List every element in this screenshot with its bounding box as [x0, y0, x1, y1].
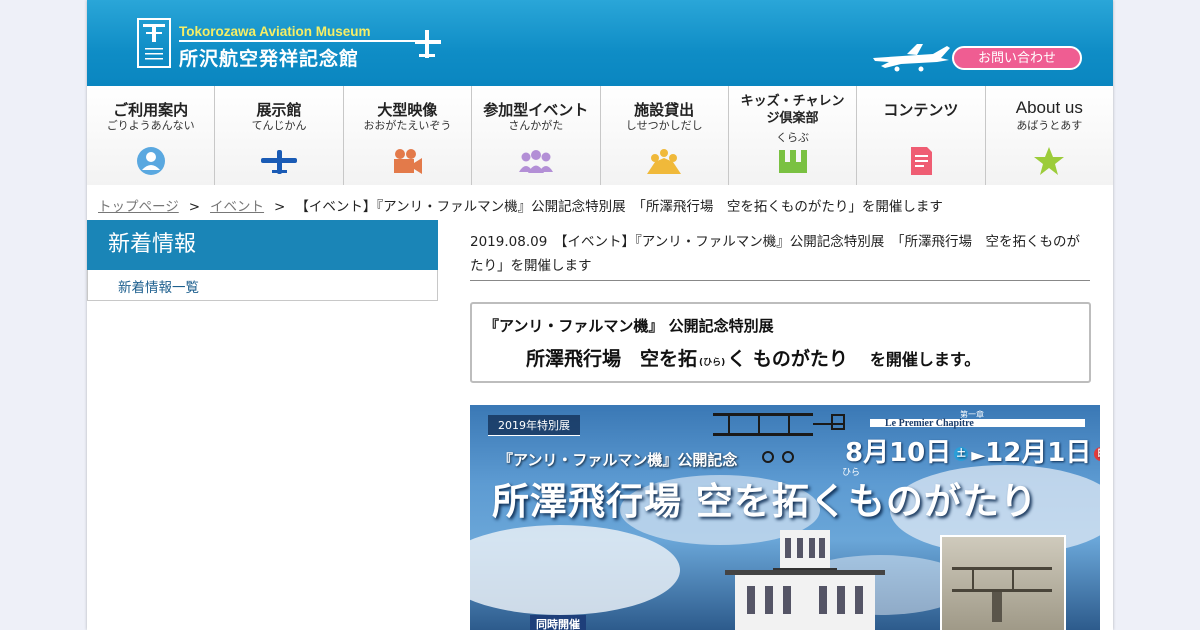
nav-item-about-us[interactable]: About us あばうとあす — [985, 86, 1113, 185]
announcement-box: 『アンリ・ファルマン機』 公開記念特別展 所澤飛行場 空を拓 (ひら) く ものがた… — [470, 302, 1091, 383]
document-icon — [910, 147, 932, 175]
nav-subtitle: しせつかしだし — [625, 119, 703, 132]
poster-date-start: 8月10日 — [845, 438, 952, 468]
announcement-tail: を開催します。 — [869, 350, 981, 369]
nav-subtitle: おおがたえいぞう — [363, 119, 452, 132]
poster-year-label: 2019年特別展 — [488, 415, 580, 436]
nav-title: キッズ・チャレンジ倶楽部 — [740, 94, 845, 126]
breadcrumb-separator: > — [274, 199, 286, 215]
poster-start-day: 土 — [954, 446, 969, 461]
nav-item-facility-rental[interactable]: 施設貸出 しせつかしだし — [600, 86, 729, 185]
breadcrumb: トップページ > イベント > 【イベント】『アンリ・ファルマン機』公開記念特別展 「所… — [98, 195, 943, 215]
logo-english-name: Tokorozawa Aviation Museum — [179, 24, 371, 39]
poster-subtitle: 『アンリ・ファルマン機』公開記念 — [498, 451, 738, 469]
poster-date-arrow: ► — [971, 445, 986, 466]
poster-main-title: 所澤飛行場 空を拓くものがたり — [492, 480, 1038, 523]
nav-item-large-screen[interactable]: 大型映像 おおがたえいぞう — [343, 86, 473, 185]
nav-title: About us — [1015, 98, 1083, 117]
logo-plane-icon — [415, 30, 441, 58]
nav-subtitle: てんじかん — [251, 119, 307, 132]
poster-historic-photo — [940, 535, 1066, 630]
page: Tokorozawa Aviation Museum 所沢航空発祥記念館 お問い… — [87, 0, 1113, 630]
user-icon — [136, 147, 165, 175]
nav-subtitle: あばうとあす — [1016, 119, 1083, 132]
nav-item-exhibition[interactable]: 展示館 てんじかん — [215, 86, 344, 185]
news-list-link[interactable]: 新着情報一覧 — [118, 276, 199, 296]
people-crowd-icon — [647, 149, 682, 174]
post-title: 2019.08.09 【イベント】『アンリ・ファルマン機』公開記念特別展 「所澤… — [470, 230, 1090, 281]
header-airplane-icon — [873, 44, 950, 72]
nav-subtitle: くらぶ — [776, 131, 810, 144]
poster-end-day: 日 — [1094, 446, 1100, 461]
breadcrumb-home-link[interactable]: トップページ — [98, 199, 179, 215]
announcement-ruby: (ひら) — [699, 358, 726, 368]
nav-item-participation[interactable]: 参加型イベント さんかがた — [472, 86, 601, 185]
nav-subtitle: ごりようあんない — [106, 119, 195, 132]
poster-chapter: Le Premier Chapitre — [885, 418, 974, 429]
breadcrumb-events-link[interactable]: イベント — [210, 199, 264, 215]
poster-cloud — [470, 525, 680, 615]
poster-date-end: 12月1日 — [985, 438, 1092, 468]
museum-logo-mark — [137, 18, 171, 68]
site-logo[interactable]: Tokorozawa Aviation Museum 所沢航空発祥記念館 — [137, 16, 467, 72]
nav-title: コンテンツ — [883, 101, 959, 119]
sidebar-heading: 新着情報 — [87, 220, 438, 270]
announcement-line-2: 所澤飛行場 空を拓 (ひら) く ものがたり を開催します。 — [526, 344, 980, 371]
poster-dates: 8月10日土►12月1日日 — [845, 432, 1100, 469]
airfield-building-illustration — [725, 530, 885, 630]
breadcrumb-current: 【イベント】『アンリ・ファルマン機』公開記念特別展 「所澤飛行場 空を拓くものが… — [295, 199, 943, 215]
global-nav: ご利用案内 ごりようあんない 展示館 てんじかん 大型映像 おおがたえいぞう 参… — [87, 86, 1113, 185]
airplane-icon — [261, 150, 298, 174]
logo-divider — [179, 40, 425, 42]
breadcrumb-separator: > — [188, 199, 201, 215]
logo-japanese-name: 所沢航空発祥記念館 — [179, 48, 360, 70]
announcement-title: 所澤飛行場 空を拓 — [526, 348, 698, 370]
crown-icon — [778, 150, 807, 173]
announcement-title-rest: く ものがたり — [727, 348, 848, 370]
nav-item-guide[interactable]: ご利用案内 ごりようあんない — [87, 86, 216, 185]
nav-subtitle: さんかがた — [508, 119, 564, 132]
event-poster-image: 2019年特別展 『アンリ・ファルマン機』公開記念 所澤飛行場 空を拓くものがた… — [470, 405, 1100, 630]
site-header: Tokorozawa Aviation Museum 所沢航空発祥記念館 お問い… — [87, 0, 1113, 86]
nav-item-kids-club[interactable]: キッズ・チャレンジ倶楽部 くらぶ — [728, 86, 858, 185]
star-icon — [1034, 147, 1065, 175]
contact-button[interactable]: お問い合わせ — [952, 46, 1082, 70]
nav-item-contents[interactable]: コンテンツ — [857, 86, 986, 185]
group-icon — [518, 150, 553, 173]
poster-concurrent-label: 同時開催 — [530, 615, 586, 630]
video-camera-icon — [394, 149, 423, 174]
announcement-line-1: 『アンリ・ファルマン機』 公開記念特別展 — [484, 317, 774, 335]
sidebar-menu: 新着情報一覧 — [87, 270, 438, 301]
